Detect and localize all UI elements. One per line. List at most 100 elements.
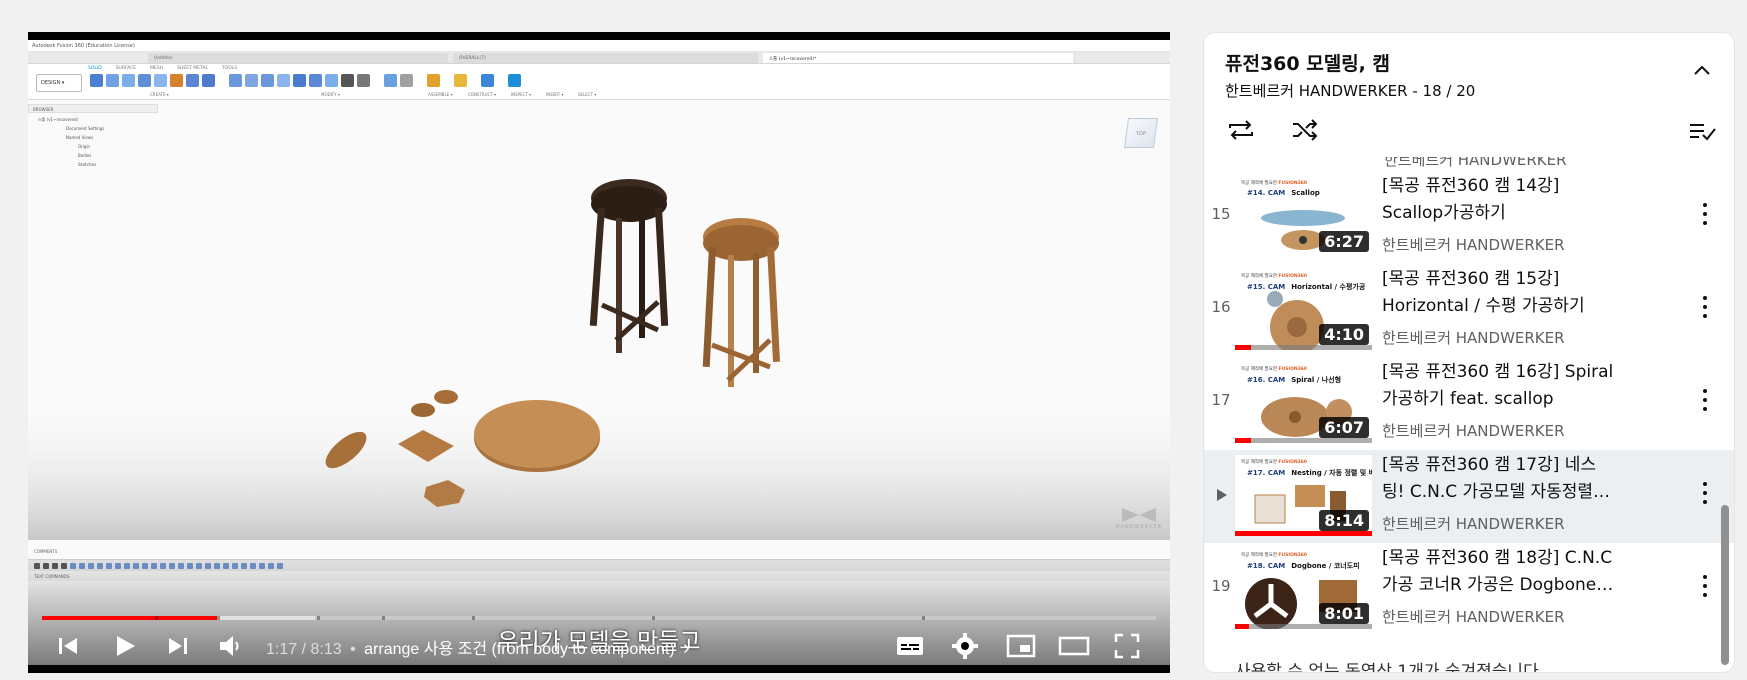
loop-button[interactable] bbox=[1226, 115, 1256, 145]
duration: 8:13 bbox=[310, 641, 342, 658]
time-display: 1:17 / 8:13 • arrange 사용 조건 (from body t… bbox=[266, 637, 690, 659]
thumbnail-brand: 목공 제작에 필요한 FUSION360 bbox=[1241, 367, 1308, 372]
video-duration-badge: 6:27 bbox=[1319, 231, 1369, 252]
video-duration-badge: 8:01 bbox=[1319, 603, 1369, 624]
playlist-title[interactable]: 퓨전360 모델링, 캠 bbox=[1225, 49, 1390, 76]
volume-button[interactable] bbox=[218, 628, 250, 664]
playlist-scrollbar[interactable] bbox=[1721, 505, 1729, 665]
thumbnail-brand: 목공 제작에 필요한 FUSION360 bbox=[1241, 181, 1308, 186]
more-actions-button[interactable] bbox=[1702, 389, 1708, 413]
playlist-item-channel: 한트베르커 HANDWERKER bbox=[1382, 608, 1565, 626]
playlist-item-channel: 한트베르커 HANDWERKER bbox=[1382, 236, 1565, 254]
video-progress-bar[interactable] bbox=[42, 616, 1156, 620]
prev-button[interactable] bbox=[56, 628, 86, 664]
playlist-panel: 한트베르커 HANDWERKER 15 목공 제작에 필요한 FUSION360… bbox=[1203, 32, 1735, 673]
watched-progress bbox=[1235, 531, 1372, 536]
playlist-item-index: 19 bbox=[1211, 577, 1231, 595]
playlist-position: - 18 / 20 bbox=[1412, 82, 1476, 100]
playlist-item-thumbnail[interactable]: 목공 제작에 필요한 FUSION360 #18. CAM Dogbone / 코… bbox=[1235, 548, 1372, 629]
settings-button[interactable] bbox=[952, 628, 986, 664]
watched-track bbox=[1235, 624, 1372, 629]
video-player[interactable]: Autodesk Fusion 360 (Education License) … bbox=[28, 32, 1170, 673]
thumbnail-brand: 목공 제작에 필요한 FUSION360 bbox=[1241, 553, 1308, 558]
more-vert-icon bbox=[1702, 296, 1708, 318]
chapter-title[interactable]: arrange 사용 조건 (from body to component) bbox=[364, 641, 675, 658]
watermark-text: HANDWERKER bbox=[1115, 524, 1162, 530]
loop-icon bbox=[1229, 120, 1253, 140]
fusion-3d-model bbox=[28, 179, 1170, 540]
playlist-item-thumbnail[interactable]: 목공 제작에 필요한 FUSION360 #15. CAM Horizontal … bbox=[1235, 269, 1372, 350]
subtitles-icon bbox=[897, 637, 923, 655]
playlist-item[interactable]: 16 목공 제작에 필요한 FUSION360 #15. CAM Horizont… bbox=[1204, 264, 1734, 357]
playlist-item-index: 15 bbox=[1211, 205, 1231, 223]
progress-played bbox=[42, 616, 217, 620]
thumbnail-brand: 목공 제작에 필요한 FUSION360 bbox=[1241, 274, 1308, 279]
save-playlist-icon bbox=[1690, 124, 1716, 141]
playlist-item-title[interactable]: [목공 퓨전360 캠 16강] Spiral 가공하기 feat. scall… bbox=[1382, 359, 1660, 413]
play-button[interactable] bbox=[112, 628, 142, 664]
playlist-header: 퓨전360 모델링, 캠 한트베르커 HANDWERKER - 18 / 20 bbox=[1204, 33, 1734, 157]
more-actions-button[interactable] bbox=[1702, 296, 1708, 320]
playlist-item[interactable]: 목공 제작에 필요한 FUSION360 #17. CAM Nesting / 자… bbox=[1204, 450, 1734, 543]
shuffle-button[interactable] bbox=[1290, 115, 1320, 145]
video-duration-badge: 6:07 bbox=[1319, 417, 1369, 438]
fullscreen-button[interactable] bbox=[1114, 628, 1148, 664]
watched-track bbox=[1235, 438, 1372, 443]
playlist-item-thumbnail[interactable]: 목공 제작에 필요한 FUSION360 #17. CAM Nesting / 자… bbox=[1235, 455, 1372, 536]
play-icon bbox=[117, 636, 135, 656]
dark-stool bbox=[589, 179, 669, 353]
chapter-arrow[interactable]: › bbox=[683, 637, 690, 659]
more-vert-icon bbox=[1702, 389, 1708, 411]
playlist-item-title[interactable]: [목공 퓨전360 캠 14강] Scallop가공하기 bbox=[1382, 173, 1660, 227]
collapse-button[interactable] bbox=[1690, 59, 1714, 83]
theater-button[interactable] bbox=[1058, 628, 1094, 664]
thumbnail-heading: #14. CAM Scallop bbox=[1247, 189, 1320, 197]
watched-progress bbox=[1235, 624, 1249, 629]
more-vert-icon bbox=[1702, 203, 1708, 225]
watched-progress bbox=[1235, 438, 1251, 443]
next-icon bbox=[169, 638, 187, 654]
chapter-divider bbox=[472, 616, 475, 620]
playlist-item[interactable]: 17 목공 제작에 필요한 FUSION360 #16. CAM Spiral /… bbox=[1204, 357, 1734, 450]
playlist-item-channel: 한트베르커 HANDWERKER bbox=[1382, 329, 1565, 347]
save-playlist-button[interactable] bbox=[1688, 118, 1718, 144]
thumbnail-heading: #16. CAM Spiral / 나선형 bbox=[1247, 376, 1342, 384]
playlist-items[interactable]: 한트베르커 HANDWERKER 15 목공 제작에 필요한 FUSION360… bbox=[1204, 157, 1734, 673]
playlist-item[interactable]: 15 목공 제작에 필요한 FUSION360 #14. CAM Scallop … bbox=[1204, 171, 1734, 264]
theater-icon bbox=[1058, 636, 1090, 656]
thumbnail-heading: #17. CAMNesting / 자동 정렬 및 배치 bbox=[1247, 469, 1372, 477]
clipped-channel-text: 한트베르커 HANDWERKER bbox=[1384, 157, 1567, 169]
miniplayer-button[interactable] bbox=[1006, 628, 1040, 664]
playlist-item[interactable]: 19 목공 제작에 필요한 FUSION360 #18. CAM Dogbone … bbox=[1204, 543, 1734, 636]
more-actions-button[interactable] bbox=[1702, 575, 1708, 599]
playlist-item-index: 16 bbox=[1211, 298, 1231, 316]
chapter-divider bbox=[382, 616, 385, 620]
hidden-videos-notice: 사용할 수 없는 동영상 1개가 숨겨졌습니다. bbox=[1235, 662, 1545, 673]
video-duration-badge: 8:14 bbox=[1319, 510, 1369, 531]
shuffle-icon bbox=[1293, 119, 1318, 141]
playlist-item-title[interactable]: [목공 퓨전360 캠 18강] C.N.C 가공 코너R 가공은 Dogbon… bbox=[1382, 545, 1660, 599]
fusion-comments-bar: COMMENTS bbox=[34, 549, 58, 554]
playlist-item-title[interactable]: [목공 퓨전360 캠 17강] 네스 팅! C.N.C 가공모델 자동정렬… bbox=[1382, 452, 1660, 506]
video-duration-badge: 4:10 bbox=[1319, 324, 1369, 345]
fullscreen-icon bbox=[1114, 633, 1140, 659]
playlist-item-title[interactable]: [목공 퓨전360 캠 15강] Horizontal / 수평 가공하기 bbox=[1382, 266, 1660, 320]
playlist-item-thumbnail[interactable]: 목공 제작에 필요한 FUSION360 #14. CAM Scallop 6:2… bbox=[1235, 176, 1372, 257]
next-button[interactable] bbox=[166, 628, 196, 664]
thumbnail-heading: #15. CAM Horizontal / 수평가공 bbox=[1247, 283, 1366, 291]
viewport-floor-gradient bbox=[28, 400, 1170, 540]
playlist-channel[interactable]: 한트베르커 HANDWERKER bbox=[1225, 82, 1408, 100]
subtitles-button[interactable] bbox=[896, 628, 930, 664]
more-vert-icon bbox=[1702, 575, 1708, 597]
more-actions-button[interactable] bbox=[1702, 203, 1708, 227]
watched-progress bbox=[1235, 345, 1251, 350]
current-time: 1:17 bbox=[266, 641, 298, 658]
playlist-item-thumbnail[interactable]: 목공 제작에 필요한 FUSION360 #16. CAM Spiral / 나선… bbox=[1235, 362, 1372, 443]
chapter-divider bbox=[922, 616, 925, 620]
more-vert-icon bbox=[1702, 482, 1708, 504]
playlist-subtitle: 한트베르커 HANDWERKER - 18 / 20 bbox=[1225, 80, 1475, 101]
playlist-item-channel: 한트베르커 HANDWERKER bbox=[1382, 515, 1565, 533]
time-separator: • bbox=[350, 641, 356, 658]
more-actions-button[interactable] bbox=[1702, 482, 1708, 506]
light-stool bbox=[702, 218, 781, 387]
